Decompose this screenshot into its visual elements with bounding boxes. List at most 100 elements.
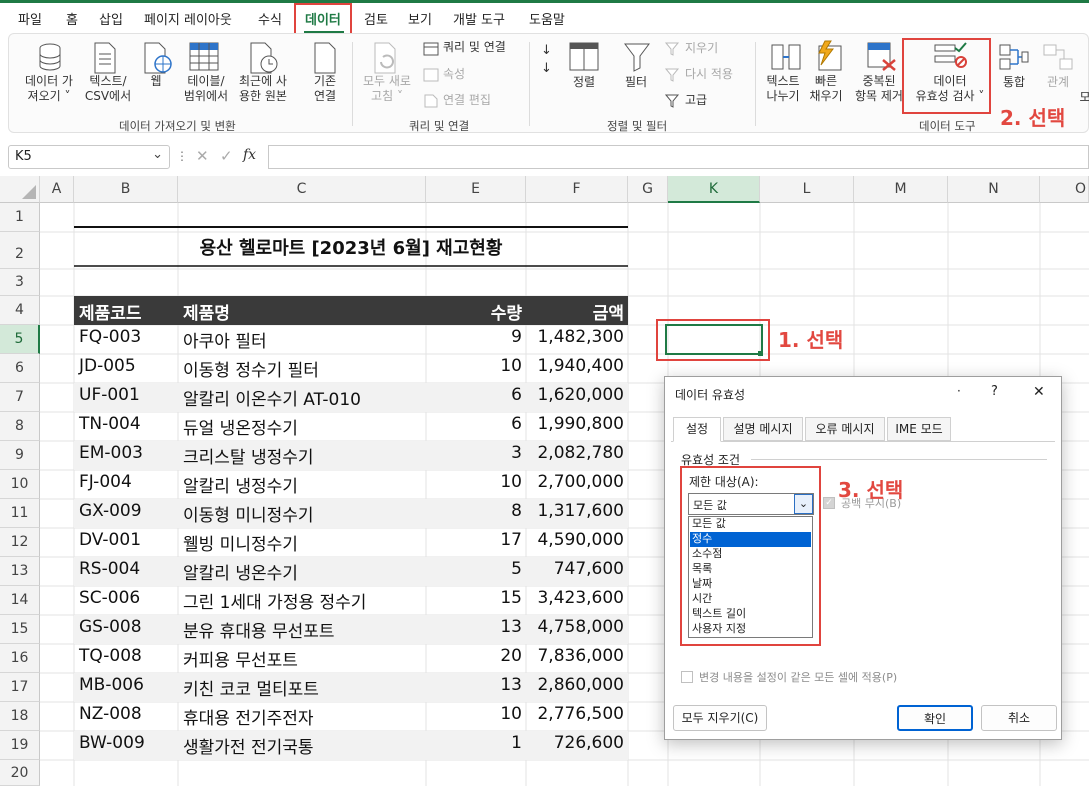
cell-code[interactable]: SC-006 xyxy=(79,588,140,608)
clear-all-button[interactable]: 모두 지우기(C) xyxy=(673,705,767,731)
tab-help[interactable]: 도움말 xyxy=(529,9,565,28)
cell-code[interactable]: GX-009 xyxy=(79,501,142,521)
cell-qty[interactable]: 6 xyxy=(426,414,522,434)
cell-qty[interactable]: 3 xyxy=(426,443,522,463)
tab-page-layout[interactable]: 페이지 레이아웃 xyxy=(144,9,232,28)
ignore-blank-checkbox[interactable]: ✓ xyxy=(823,497,835,509)
text-to-columns-button[interactable]: 텍스트 나누기 xyxy=(761,74,805,104)
cell-qty[interactable]: 10 xyxy=(426,704,522,724)
tab-formulas[interactable]: 수식 xyxy=(258,9,282,28)
cell-name[interactable]: 이동형 미니정수기 xyxy=(183,501,314,526)
cell-qty[interactable]: 1 xyxy=(426,733,522,753)
reapply-button[interactable]: 다시 적용 xyxy=(685,67,733,82)
cell-qty[interactable]: 10 xyxy=(426,356,522,376)
tab-input-message[interactable]: 설명 메시지 xyxy=(723,417,803,441)
ok-button[interactable]: 확인 xyxy=(897,705,973,731)
flash-fill-button[interactable]: 빠른 채우기 xyxy=(805,74,847,104)
row-header[interactable]: 1 xyxy=(0,203,40,232)
row-header[interactable]: 6 xyxy=(0,354,40,383)
cell-code[interactable]: UF-001 xyxy=(79,385,140,405)
cell-name[interactable]: 크리스탈 냉정수기 xyxy=(183,443,314,468)
tab-developer[interactable]: 개발 도구 xyxy=(453,9,505,28)
cell-amount[interactable]: 747,600 xyxy=(526,559,624,579)
tab-home[interactable]: 홈 xyxy=(66,9,78,28)
column-header-selected[interactable]: K xyxy=(668,176,760,203)
cell-amount[interactable]: 1,940,400 xyxy=(526,356,624,376)
enter-icon[interactable]: ✓ xyxy=(220,147,233,165)
cell-name[interactable]: 알칼리 냉온수기 xyxy=(183,559,298,584)
remove-duplicates-button[interactable]: 중복된 항목 제거 xyxy=(851,74,907,104)
cell-code[interactable]: JD-005 xyxy=(79,356,136,376)
cell-code[interactable]: NZ-008 xyxy=(79,704,142,724)
row-header[interactable]: 8 xyxy=(0,412,40,441)
from-table-range-button[interactable]: 테이블/ 범위에서 xyxy=(179,74,233,104)
tab-file[interactable]: 파일 xyxy=(18,9,42,28)
from-web-button[interactable]: 웹 xyxy=(141,74,171,89)
refresh-all-button[interactable]: 모두 새로 고침 ˅ xyxy=(359,74,415,104)
column-header[interactable]: N xyxy=(948,176,1040,203)
row-header-selected[interactable]: 5 xyxy=(0,325,40,354)
queries-connections-button[interactable]: 쿼리 및 연결 xyxy=(443,40,506,55)
column-header[interactable]: O xyxy=(1040,176,1089,203)
cell-code[interactable]: BW-009 xyxy=(79,733,145,753)
row-header[interactable]: 19 xyxy=(0,731,40,760)
cell-name[interactable]: 듀얼 냉온정수기 xyxy=(183,414,298,439)
cell-name[interactable]: 웰빙 미니정수기 xyxy=(183,530,298,555)
close-icon[interactable]: ✕ xyxy=(1033,384,1045,400)
row-header[interactable]: 15 xyxy=(0,615,40,644)
select-all-corner[interactable] xyxy=(0,176,40,203)
cell-qty[interactable]: 9 xyxy=(426,327,522,347)
sort-ascending-icon[interactable]: ↓ ↓ xyxy=(541,42,552,78)
cell-amount[interactable]: 3,423,600 xyxy=(526,588,624,608)
cell-name[interactable]: 커피용 무선포트 xyxy=(183,646,298,671)
row-header[interactable]: 14 xyxy=(0,586,40,615)
cell-name[interactable]: 분유 휴대용 무선포트 xyxy=(183,617,335,642)
chevron-down-icon[interactable]: ⌄ xyxy=(152,147,163,162)
column-header[interactable]: E xyxy=(426,176,526,203)
more-button[interactable]: 모 xyxy=(1079,90,1089,105)
cell-qty[interactable]: 6 xyxy=(426,385,522,405)
tab-insert[interactable]: 삽입 xyxy=(99,9,123,28)
cell-qty[interactable]: 13 xyxy=(426,675,522,695)
cell-amount[interactable]: 2,776,500 xyxy=(526,704,624,724)
cancel-button[interactable]: 취소 xyxy=(981,705,1057,731)
get-data-button[interactable]: 데이터 가 져오기 ˅ xyxy=(19,74,79,104)
row-header[interactable]: 3 xyxy=(0,269,40,296)
cell-qty[interactable]: 15 xyxy=(426,588,522,608)
cell-amount[interactable]: 1,482,300 xyxy=(526,327,624,347)
cell-amount[interactable]: 1,620,000 xyxy=(526,385,624,405)
column-header[interactable]: F xyxy=(526,176,628,203)
row-header[interactable]: 4 xyxy=(0,296,40,325)
cancel-icon[interactable]: ✕ xyxy=(196,147,209,165)
cell-code[interactable]: GS-008 xyxy=(79,617,142,637)
cell-name[interactable]: 그린 1세대 가정용 정수기 xyxy=(183,588,366,613)
cell-code[interactable]: TQ-008 xyxy=(79,646,142,666)
cell-name[interactable]: 아쿠아 필터 xyxy=(183,327,267,352)
row-header[interactable]: 9 xyxy=(0,441,40,470)
cell-amount[interactable]: 7,836,000 xyxy=(526,646,624,666)
cell-name[interactable]: 휴대용 전기주전자 xyxy=(183,704,314,729)
cell-qty[interactable]: 13 xyxy=(426,617,522,637)
cell-amount[interactable]: 4,758,000 xyxy=(526,617,624,637)
cell-code[interactable]: EM-003 xyxy=(79,443,143,463)
cell-name[interactable]: 키친 코코 멀티포트 xyxy=(183,675,319,700)
row-header[interactable]: 20 xyxy=(0,760,40,786)
cell-qty[interactable]: 17 xyxy=(426,530,522,550)
filter-button[interactable]: 필터 xyxy=(621,75,651,90)
sort-button[interactable]: 정렬 xyxy=(569,75,599,90)
row-header[interactable]: 2 xyxy=(0,232,40,269)
cell-amount[interactable]: 2,700,000 xyxy=(526,472,624,492)
row-header[interactable]: 7 xyxy=(0,383,40,412)
advanced-button[interactable]: 고급 xyxy=(685,93,707,108)
column-header[interactable]: C xyxy=(178,176,426,203)
cell-code[interactable]: DV-001 xyxy=(79,530,141,550)
recent-sources-button[interactable]: 최근에 사 용한 원본 xyxy=(233,74,293,104)
cell-amount[interactable]: 2,860,000 xyxy=(526,675,624,695)
cell-amount[interactable]: 4,590,000 xyxy=(526,530,624,550)
row-header[interactable]: 10 xyxy=(0,470,40,499)
edit-links-button[interactable]: 연결 편집 xyxy=(443,93,491,108)
cell-qty[interactable]: 8 xyxy=(426,501,522,521)
from-text-csv-button[interactable]: 텍스트/ CSV에서 xyxy=(81,74,135,104)
relationships-button[interactable]: 관계 xyxy=(1041,75,1075,90)
tab-ime-mode[interactable]: IME 모드 xyxy=(887,417,951,441)
